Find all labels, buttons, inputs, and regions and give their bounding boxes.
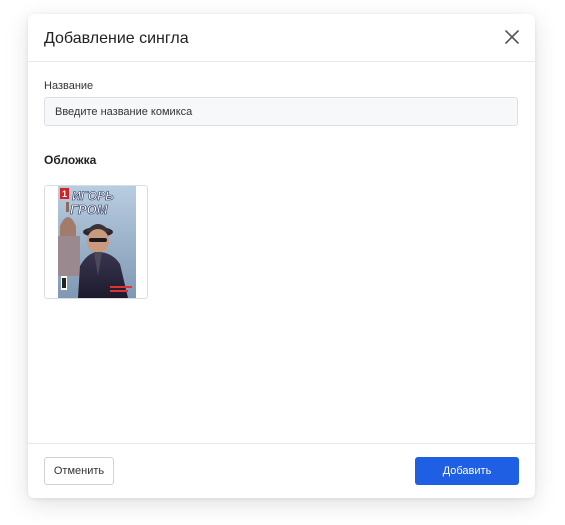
close-icon[interactable] [503,28,521,46]
cover-image-slot[interactable]: 1 ИГОРЬ ГРОМ [44,185,148,299]
cover-title-line2: ГРОМ [70,202,109,217]
dialog-header: Добавление сингла [28,14,535,62]
add-button[interactable]: Добавить [415,457,519,485]
cancel-button[interactable]: Отменить [44,457,114,485]
name-field-label: Название [44,80,94,92]
cover-issue-number: 1 [62,189,67,199]
dialog-footer: Отменить Добавить [28,443,535,498]
dialog-title: Добавление сингла [44,30,189,47]
comic-cover-image: 1 ИГОРЬ ГРОМ [58,186,136,298]
cover-section-title: Обложка [44,153,97,167]
cover-title-line1: ИГОРЬ [72,189,114,203]
add-single-dialog: Добавление сингла Название Обложка [28,14,535,498]
comic-name-input[interactable] [44,97,518,126]
